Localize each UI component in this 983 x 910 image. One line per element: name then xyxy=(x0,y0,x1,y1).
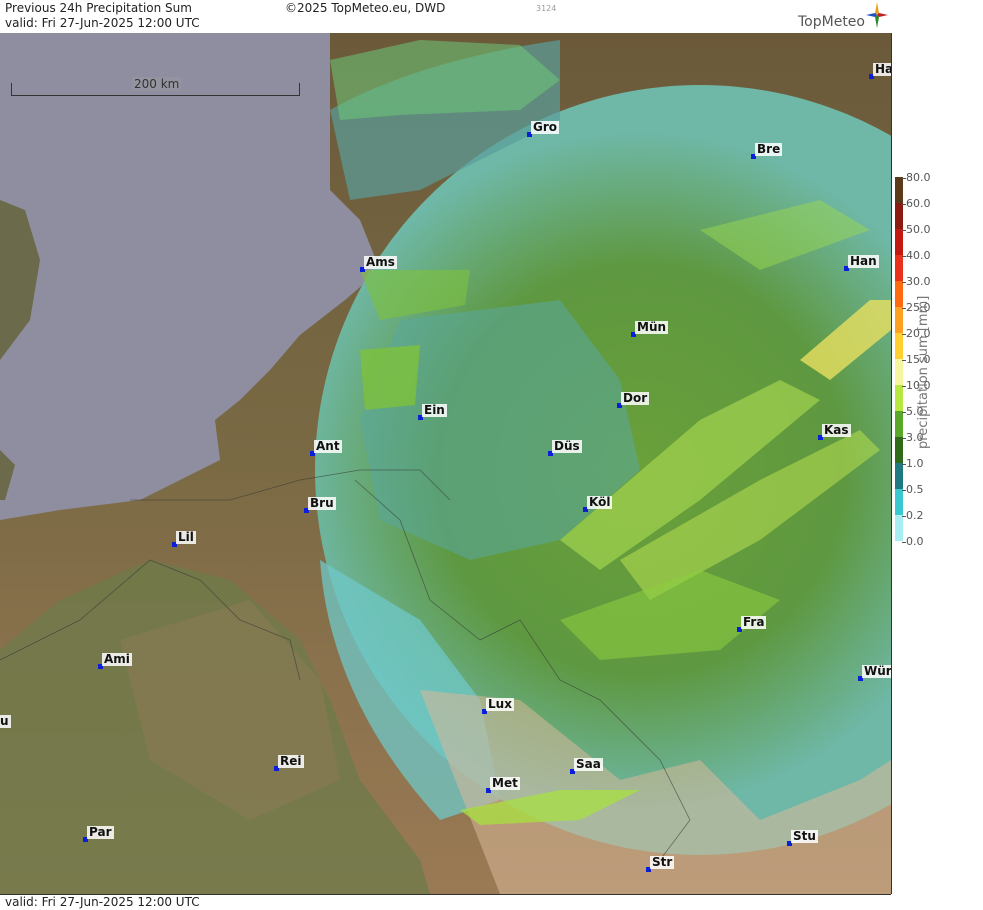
legend-tick-label: 1.0 xyxy=(902,457,924,470)
city-label: Ant xyxy=(314,439,342,453)
footer-valid-time: valid: Fri 27-Jun-2025 12:00 UTC xyxy=(5,895,200,909)
city-label: Köl xyxy=(587,495,613,509)
color-swatch xyxy=(895,359,903,385)
copyright: ©2025 TopMeteo.eu, DWD xyxy=(285,1,446,15)
color-swatch xyxy=(895,411,903,437)
map-code: 3124 xyxy=(536,4,557,13)
header-bar: Previous 24h Precipitation Sum valid: Fr… xyxy=(0,0,891,34)
city-label: Lux xyxy=(486,697,514,711)
city-label: Lil xyxy=(176,530,196,544)
color-swatch xyxy=(895,463,903,489)
city-label: Par xyxy=(87,825,114,839)
color-swatch xyxy=(895,385,903,411)
city-label: Düs xyxy=(552,439,582,453)
valid-time: valid: Fri 27-Jun-2025 12:00 UTC xyxy=(5,16,200,30)
city-label: Bru xyxy=(308,496,336,510)
city-label: Rei xyxy=(278,754,304,768)
city-label: Str xyxy=(650,855,675,869)
color-swatch xyxy=(895,333,903,359)
map-canvas xyxy=(0,33,891,894)
color-swatch xyxy=(895,307,903,333)
city-label: Kas xyxy=(822,423,851,437)
city-label: Ha xyxy=(873,63,891,76)
city-label: Ami xyxy=(102,652,132,666)
color-swatch xyxy=(895,281,903,307)
city-label: Han xyxy=(848,254,879,268)
legend-tick-label: 60.0 xyxy=(902,197,931,210)
color-swatch xyxy=(895,515,903,541)
color-swatch xyxy=(895,177,903,203)
city-label: Ams xyxy=(364,255,397,269)
color-swatch xyxy=(895,229,903,255)
city-label: Gro xyxy=(531,120,560,134)
city-label: Wür xyxy=(862,664,892,678)
city-label: Bre xyxy=(755,142,783,156)
legend-tick-label: 0.5 xyxy=(902,483,924,496)
precipitation-legend: 80.0 60.0 50.0 40.0 30.0 25.0 20.0 15.0 10.0 5.0 3… xyxy=(892,33,983,909)
city-label: Saa xyxy=(574,757,603,771)
city-label: Met xyxy=(490,776,520,790)
legend-tick-label: 40.0 xyxy=(902,249,931,262)
legend-title: precipitation sum [mm] xyxy=(916,295,931,449)
legend-tick-label: 0.2 xyxy=(902,509,924,522)
precipitation-map[interactable]: 200 km Gro Ha Bre Ams Han Mün Ein Dor Ant Düs Kas B… xyxy=(0,33,892,894)
compass-logo-icon xyxy=(866,2,888,28)
color-swatch xyxy=(895,437,903,463)
footer-bar: valid: Fri 27-Jun-2025 12:00 UTC xyxy=(0,894,891,910)
legend-tick-label: 50.0 xyxy=(902,223,931,236)
color-swatch xyxy=(895,255,903,281)
city-label: Fra xyxy=(741,615,767,629)
scale-bar: 200 km xyxy=(11,77,300,96)
scale-label: 200 km xyxy=(132,77,182,91)
color-swatch xyxy=(895,203,903,229)
legend-tick-label: 80.0 xyxy=(902,171,931,184)
city-label: Ein xyxy=(422,403,447,417)
legend-tick-label: 0.0 xyxy=(902,535,924,548)
city-label: Mün xyxy=(635,320,669,334)
map-title: Previous 24h Precipitation Sum xyxy=(5,1,192,15)
city-label: Dor xyxy=(621,391,650,405)
city-label: u xyxy=(0,714,11,728)
color-scale xyxy=(895,177,903,541)
city-label: Stu xyxy=(791,829,818,843)
legend-tick-label: 30.0 xyxy=(902,275,931,288)
brand-name: TopMeteo xyxy=(798,14,865,30)
color-swatch xyxy=(895,489,903,515)
